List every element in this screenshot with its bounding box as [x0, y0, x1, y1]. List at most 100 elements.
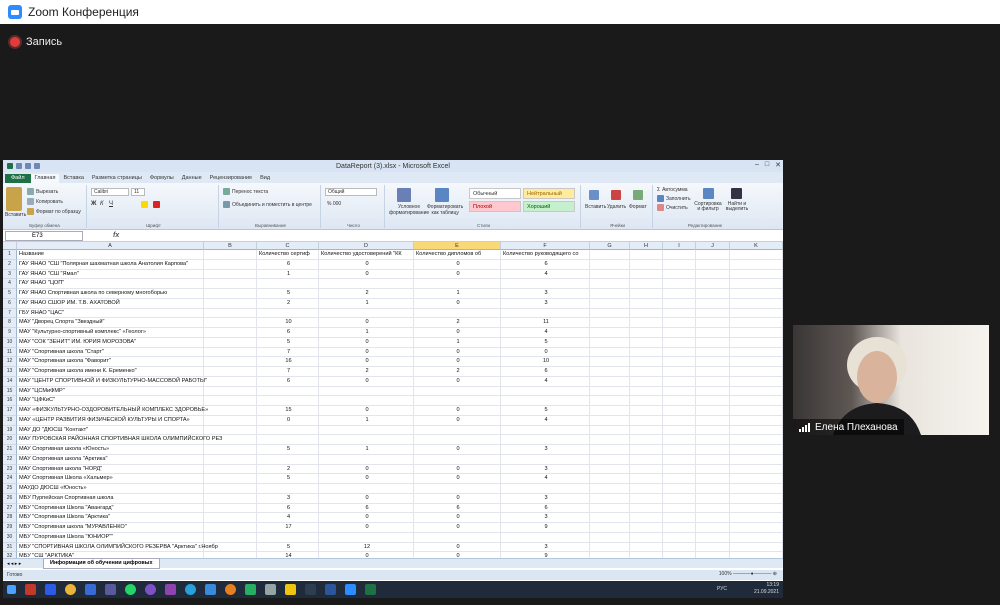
cell-organization-name[interactable]: МБУ "Спортивная школа "МУРАВЛЕНКО": [19, 523, 255, 533]
cell-value[interactable]: 3: [503, 543, 589, 553]
cell-value[interactable]: 1: [321, 328, 413, 338]
paste-icon[interactable]: [6, 187, 22, 211]
cell-value[interactable]: 1: [321, 416, 413, 426]
row-header[interactable]: 1: [3, 250, 17, 260]
cell-value[interactable]: 2: [416, 367, 500, 377]
cell-value[interactable]: 6: [503, 367, 589, 377]
cell-value[interactable]: 16: [259, 357, 318, 367]
cell-value[interactable]: 0: [416, 474, 500, 484]
cell-organization-name[interactable]: ГАУ ЯНАО Спортивная школа по северному м…: [19, 289, 255, 299]
cell-organization-name[interactable]: МАУ Спортивная школа «Юность»: [19, 445, 255, 455]
cell-value[interactable]: 6: [259, 328, 318, 338]
taskbar-app-icon[interactable]: [285, 584, 296, 595]
visual-studio-icon[interactable]: [165, 584, 176, 595]
style-neutral[interactable]: Нейтральный: [523, 188, 575, 199]
format-cells-icon[interactable]: [633, 190, 643, 200]
cell-value[interactable]: 5: [503, 338, 589, 348]
cell-value[interactable]: 0: [321, 348, 413, 358]
cell-value[interactable]: 0: [416, 523, 500, 533]
cell-value[interactable]: Количество дипломов об: [416, 250, 500, 260]
cell-organization-name[interactable]: МАУ "Культурно-спортивный комплекс" «Гео…: [19, 328, 255, 338]
excel-taskbar-icon[interactable]: [365, 584, 376, 595]
name-box[interactable]: E73: [5, 230, 83, 241]
cell-value[interactable]: 3: [503, 299, 589, 309]
cell-value[interactable]: 0: [321, 465, 413, 475]
tab-file[interactable]: Файл: [5, 174, 31, 183]
find-binoculars-icon[interactable]: [731, 188, 742, 199]
cell-organization-name[interactable]: МАУ "Спортивная школа "Старт": [19, 348, 255, 358]
cut-button[interactable]: Вырезать: [27, 188, 58, 195]
cell-value[interactable]: 10: [503, 357, 589, 367]
cell-organization-name[interactable]: МБУ "Спортивная Школа "Авангард": [19, 504, 255, 514]
row-header[interactable]: 21: [3, 445, 17, 455]
cell-value[interactable]: 5: [259, 474, 318, 484]
taskbar-app-icon[interactable]: [25, 584, 36, 595]
tab-review[interactable]: Рецензирование: [206, 174, 256, 183]
cell-value[interactable]: 0: [321, 474, 413, 484]
row-header[interactable]: 13: [3, 367, 17, 377]
row-header[interactable]: 16: [3, 396, 17, 406]
font-size-select[interactable]: 11: [131, 188, 145, 196]
cell-value[interactable]: 9: [503, 523, 589, 533]
format-table-icon[interactable]: [435, 188, 449, 202]
cell-value[interactable]: 0: [416, 494, 500, 504]
row-header[interactable]: 5: [3, 289, 17, 299]
cell-value[interactable]: 0: [416, 348, 500, 358]
cell-value[interactable]: 0: [416, 465, 500, 475]
cell-value[interactable]: 3: [503, 513, 589, 523]
clear-button[interactable]: Очистить: [657, 204, 688, 211]
conditional-format-button[interactable]: Условное форматирование: [389, 204, 429, 216]
fill-color-icon[interactable]: [141, 201, 148, 208]
cell-value[interactable]: 4: [503, 474, 589, 484]
language-indicator[interactable]: РУС: [717, 586, 727, 592]
cell-value[interactable]: 2: [321, 367, 413, 377]
cell-value[interactable]: 17: [259, 523, 318, 533]
cell-organization-name[interactable]: Название: [19, 250, 255, 260]
row-header[interactable]: 8: [3, 318, 17, 328]
cell-value[interactable]: 11: [503, 318, 589, 328]
taskbar-app-icon[interactable]: [265, 584, 276, 595]
cell-value[interactable]: 4: [259, 513, 318, 523]
cell-value[interactable]: 4: [503, 416, 589, 426]
merge-center-button[interactable]: Объединить и поместить в центре: [223, 201, 312, 208]
windows-start-icon[interactable]: [7, 585, 16, 594]
cell-organization-name[interactable]: МАУ "Спортивная школа имени К. Еременко": [19, 367, 255, 377]
cell-value[interactable]: 1: [259, 270, 318, 280]
cell-value[interactable]: 0: [416, 406, 500, 416]
underline-button[interactable]: Ч: [109, 201, 113, 207]
column-header[interactable]: B: [204, 242, 257, 250]
cell-value[interactable]: Количество удостоверений "КК: [321, 250, 413, 260]
format-as-table-button[interactable]: Форматировать как таблицу: [427, 204, 463, 216]
cell-organization-name[interactable]: МАУ «ЦЕНТР РАЗВИТИЯ ФИЗИЧЕСКОЙ КУЛЬТУРЫ …: [19, 416, 255, 426]
cell-value[interactable]: 7: [259, 367, 318, 377]
cell-value[interactable]: 0: [321, 357, 413, 367]
cell-value[interactable]: 6: [259, 504, 318, 514]
conditional-format-icon[interactable]: [397, 188, 411, 202]
taskbar-app-icon[interactable]: [45, 584, 56, 595]
cell-value[interactable]: 5: [259, 445, 318, 455]
cell-value[interactable]: 0: [503, 348, 589, 358]
telegram-icon[interactable]: [185, 584, 196, 595]
sort-filter-icon[interactable]: [703, 188, 714, 199]
cell-organization-name[interactable]: МАУ "ЦФКиС": [19, 396, 255, 406]
cell-organization-name[interactable]: МАУ «ФИЗКУЛЬТУРНО-ОЗДОРОВИТЕЛЬНЫЙ КОМПЛЕ…: [19, 406, 255, 416]
row-header[interactable]: 20: [3, 435, 17, 445]
row-header[interactable]: 4: [3, 279, 17, 289]
tab-home[interactable]: Главная: [30, 174, 60, 183]
cell-organization-name[interactable]: МБУ "Спортивная Школа "ЮНИОР"": [19, 533, 255, 543]
chrome-icon[interactable]: [65, 584, 76, 595]
row-header[interactable]: 18: [3, 415, 17, 426]
tab-data[interactable]: Данные: [178, 174, 206, 183]
font-name-select[interactable]: Calibri: [91, 188, 129, 196]
tab-formulas[interactable]: Формулы: [146, 174, 178, 183]
taskbar-app-icon[interactable]: [225, 584, 236, 595]
cell-value[interactable]: 0: [416, 543, 500, 553]
row-header[interactable]: 12: [3, 357, 17, 367]
tab-insert[interactable]: Вставка: [59, 174, 87, 183]
cell-value[interactable]: 0: [416, 270, 500, 280]
cell-organization-name[interactable]: МАУ Спортивная Школа «Хальмер»: [19, 474, 255, 484]
minimize-icon[interactable]: –: [755, 161, 759, 169]
taskbar-app-icon[interactable]: [85, 584, 96, 595]
row-header[interactable]: 6: [3, 298, 17, 309]
cell-organization-name[interactable]: МАУ ПУРОВСКАЯ РАЙОННАЯ СПОРТИВНАЯ ШКОЛА …: [19, 435, 255, 445]
